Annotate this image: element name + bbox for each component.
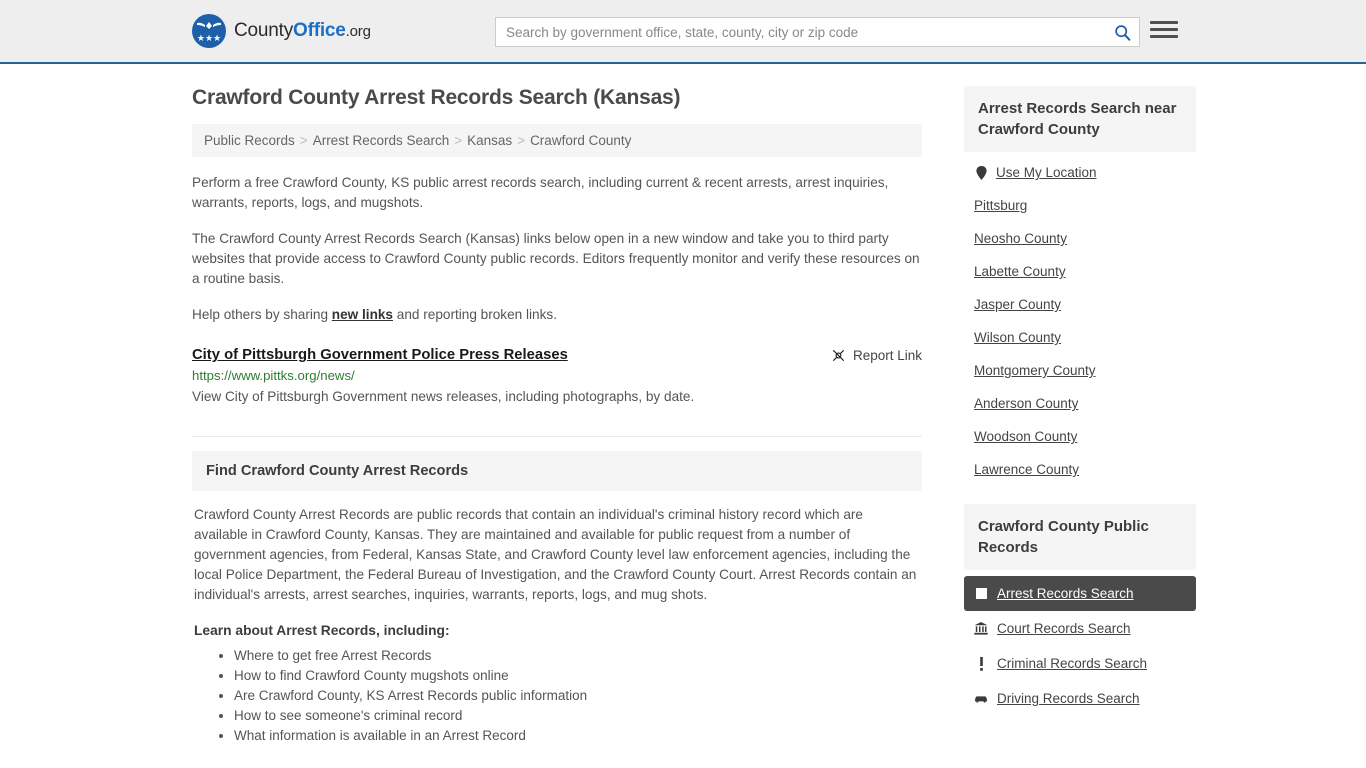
list-item: How to find Crawford County mugshots onl…	[234, 666, 920, 686]
search-button[interactable]	[1105, 18, 1139, 46]
site-logo[interactable]: ★★★ CountyOffice.org	[192, 14, 371, 48]
result-url: https://www.pittks.org/news/	[192, 368, 355, 383]
intro-paragraph-2: The Crawford County Arrest Records Searc…	[192, 231, 920, 286]
result-title-link[interactable]: City of Pittsburgh Government Police Pre…	[192, 347, 568, 363]
sidebar-item-jasper-county[interactable]: Jasper County	[964, 288, 1196, 321]
result-description: View City of Pittsburgh Government news …	[192, 389, 695, 404]
find-records-paragraph: Crawford County Arrest Records are publi…	[194, 507, 917, 602]
hamburger-bar	[1150, 35, 1178, 38]
breadcrumb-separator: >	[299, 133, 308, 148]
logo-stars: ★★★	[196, 33, 222, 43]
learn-about-heading: Learn about Arrest Records, including:	[194, 623, 450, 638]
share-text-before: Help others by sharing	[192, 307, 332, 322]
logo-wordmark: CountyOffice.org	[234, 20, 371, 42]
eagle-wings-icon	[197, 22, 221, 29]
list-item: Where to get free Arrest Records	[234, 646, 920, 666]
sidebar-item-criminal-records-search[interactable]: Criminal Records Search	[964, 646, 1196, 681]
sidebar-link-label[interactable]: Woodson County	[974, 429, 1077, 444]
breadcrumb-item-kansas[interactable]: Kansas	[467, 133, 512, 148]
sidebar-link-label[interactable]: Wilson County	[974, 330, 1061, 345]
sidebar-item-driving-records-search[interactable]: Driving Records Search	[964, 681, 1196, 716]
exclamation-icon	[974, 656, 988, 671]
share-paragraph: Help others by sharing new links and rep…	[192, 305, 922, 325]
sidebar-link-label[interactable]: Pittsburg	[974, 198, 1027, 213]
eagle-seal-icon: ★★★	[192, 14, 226, 48]
sidebar-link-label[interactable]: Neosho County	[974, 231, 1067, 246]
list-item: What information is available in an Arre…	[234, 726, 920, 746]
breadcrumb-item-arrest-records-search[interactable]: Arrest Records Search	[313, 133, 450, 148]
map-pin-icon	[974, 165, 988, 180]
content-container: Crawford County Arrest Records Search (K…	[192, 64, 1196, 746]
sidebar-link-label[interactable]: Use My Location	[996, 165, 1097, 180]
breadcrumb-separator: >	[517, 133, 526, 148]
main-column: Crawford County Arrest Records Search (K…	[192, 86, 922, 746]
sidebar-link-label[interactable]: Anderson County	[974, 396, 1078, 411]
breadcrumb-item-public-records[interactable]: Public Records	[204, 133, 295, 148]
breadcrumb-item-crawford-county[interactable]: Crawford County	[530, 133, 631, 148]
search-input[interactable]	[496, 18, 1105, 46]
list-item: Are Crawford County, KS Arrest Records p…	[234, 686, 920, 706]
report-link-button[interactable]: Report Link	[831, 347, 922, 363]
breadcrumb: Public Records > Arrest Records Search > Kan…	[192, 124, 922, 157]
courthouse-icon	[974, 622, 988, 635]
sidebar-link-label[interactable]: Lawrence County	[974, 462, 1079, 477]
sidebar-item-wilson-county[interactable]: Wilson County	[964, 321, 1196, 354]
sidebar-item-use-my-location[interactable]: Use My Location	[964, 156, 1196, 189]
find-records-body: Crawford County Arrest Records are publi…	[192, 491, 922, 746]
breadcrumb-separator: >	[454, 133, 463, 148]
list-item: How to see someone's criminal record	[234, 706, 920, 726]
logo-text-county: County	[234, 20, 294, 41]
sidebar: Arrest Records Search near Crawford Coun…	[964, 86, 1196, 746]
sidebar-link-label[interactable]: Labette County	[974, 264, 1066, 279]
sidebar-item-arrest-records-search[interactable]: Arrest Records Search	[964, 576, 1196, 611]
sidebar-item-court-records-search[interactable]: Court Records Search	[964, 611, 1196, 646]
logo-text-office: Office	[293, 20, 346, 41]
white-square-icon	[974, 588, 988, 599]
page-title: Crawford County Arrest Records Search (K…	[192, 86, 681, 109]
hamburger-menu-icon[interactable]	[1150, 21, 1178, 38]
sidebar-item-anderson-county[interactable]: Anderson County	[964, 387, 1196, 420]
sidebar-item-woodson-county[interactable]: Woodson County	[964, 420, 1196, 453]
sidebar-item-pittsburg[interactable]: Pittsburg	[964, 189, 1196, 222]
record-link-label[interactable]: Arrest Records Search	[997, 586, 1134, 601]
record-link-label[interactable]: Court Records Search	[997, 621, 1131, 636]
share-text-after: and reporting broken links.	[393, 307, 557, 322]
report-link-label: Report Link	[852, 348, 922, 363]
site-header: ★★★ CountyOffice.org	[0, 0, 1366, 64]
sidebar-item-lawrence-county[interactable]: Lawrence County	[964, 453, 1196, 486]
search-bar[interactable]	[495, 17, 1140, 47]
find-records-heading: Find Crawford County Arrest Records	[192, 451, 922, 491]
car-icon	[974, 694, 988, 703]
sidebar-item-montgomery-county[interactable]: Montgomery County	[964, 354, 1196, 387]
public-records-list: Arrest Records Search Court Records Sear…	[964, 576, 1196, 716]
section-divider	[192, 436, 922, 437]
intro-paragraph-1: Perform a free Crawford County, KS publi…	[192, 175, 889, 210]
broken-link-icon	[832, 350, 844, 361]
nearby-links-list: Use My Location Pittsburg Neosho County …	[964, 156, 1196, 486]
learn-about-list: Where to get free Arrest Records How to …	[194, 646, 920, 746]
record-link-label[interactable]: Driving Records Search	[997, 691, 1140, 706]
result-header-row: City of Pittsburgh Government Police Pre…	[192, 347, 922, 363]
logo-text-org: .org	[345, 23, 371, 40]
record-link-label[interactable]: Criminal Records Search	[997, 656, 1147, 671]
sidebar-link-label[interactable]: Montgomery County	[974, 363, 1096, 378]
search-icon	[1114, 24, 1130, 41]
nearby-search-heading: Arrest Records Search near Crawford Coun…	[964, 86, 1196, 152]
page-wrapper: Crawford County Arrest Records Search (K…	[0, 64, 1366, 746]
public-records-heading: Crawford County Public Records	[964, 504, 1196, 570]
sidebar-item-labette-county[interactable]: Labette County	[964, 255, 1196, 288]
sidebar-item-neosho-county[interactable]: Neosho County	[964, 222, 1196, 255]
sidebar-link-label[interactable]: Jasper County	[974, 297, 1061, 312]
new-links-link[interactable]: new links	[332, 307, 393, 322]
result-block: City of Pittsburgh Government Police Pre…	[192, 347, 922, 406]
hamburger-bar	[1150, 28, 1178, 31]
hamburger-bar	[1150, 21, 1178, 24]
